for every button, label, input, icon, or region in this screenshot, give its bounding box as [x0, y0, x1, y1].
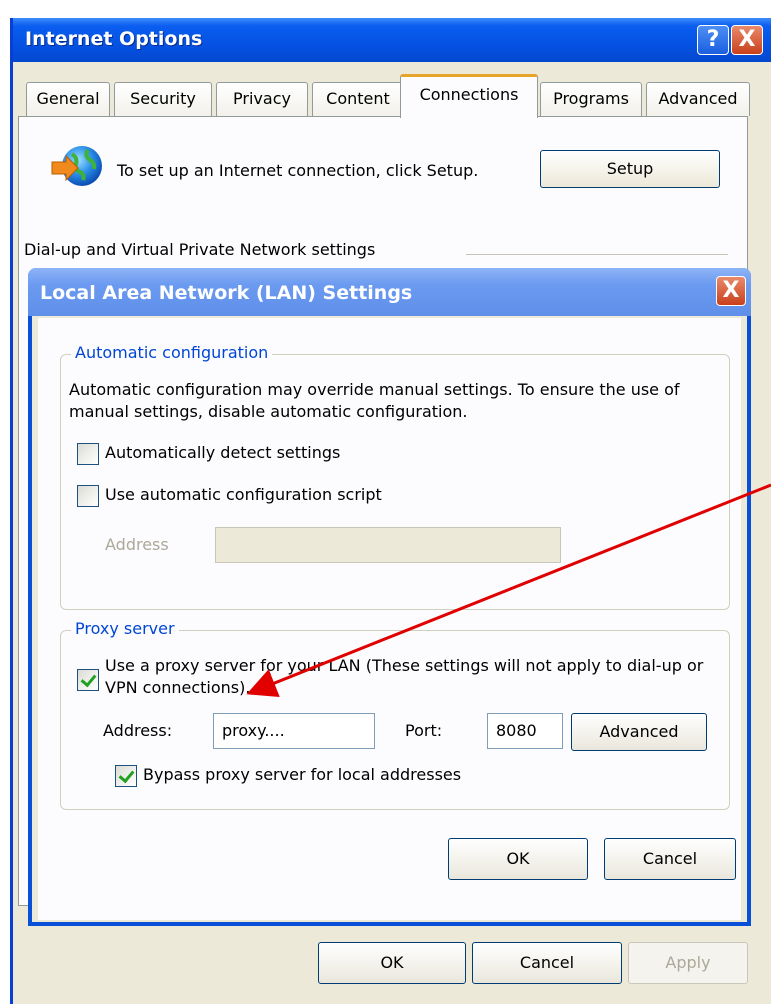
lan-ok-button[interactable]: OK: [448, 838, 588, 880]
proxy-advanced-button[interactable]: Advanced: [571, 713, 707, 751]
auto-detect-checkbox[interactable]: [77, 443, 99, 465]
auto-config-script-label[interactable]: Use automatic configuration script: [105, 485, 382, 504]
tab-content[interactable]: Content: [312, 82, 404, 116]
proxy-server-group: Proxy server Use a proxy server for your…: [60, 619, 730, 810]
lan-cancel-button[interactable]: Cancel: [604, 838, 736, 880]
use-proxy-checkbox[interactable]: [77, 669, 99, 691]
outer-cancel-button[interactable]: Cancel: [472, 942, 622, 984]
dialup-divider: [466, 254, 728, 255]
bypass-local-checkbox[interactable]: [115, 765, 137, 787]
bypass-local-label[interactable]: Bypass proxy server for local addresses: [143, 765, 461, 784]
globe-connection-icon: [51, 146, 102, 186]
tab-general[interactable]: General: [26, 82, 110, 116]
help-button[interactable]: ?: [697, 25, 729, 55]
outer-close-button[interactable]: X: [731, 25, 763, 55]
lan-dialog-body: Automatic configuration Automatic config…: [38, 318, 741, 920]
lan-dialog-title: Local Area Network (LAN) Settings: [40, 282, 413, 304]
tab-advanced[interactable]: Advanced: [646, 82, 750, 116]
auto-address-label: Address: [105, 535, 169, 554]
proxy-server-label: Proxy server: [71, 619, 179, 638]
outer-window-title: Internet Options: [25, 28, 203, 50]
outer-ok-button[interactable]: OK: [318, 942, 466, 984]
proxy-port-label: Port:: [405, 721, 443, 740]
lan-title-bar[interactable]: Local Area Network (LAN) Settings X: [28, 268, 751, 316]
tab-programs[interactable]: Programs: [540, 82, 642, 116]
use-proxy-label[interactable]: Use a proxy server for your LAN (These s…: [105, 655, 715, 699]
tab-security[interactable]: Security: [114, 82, 212, 116]
proxy-address-label: Address:: [103, 721, 173, 740]
automatic-configuration-label: Automatic configuration: [71, 343, 273, 362]
auto-address-input[interactable]: [215, 527, 561, 563]
lan-settings-dialog: Local Area Network (LAN) Settings X Auto…: [28, 268, 751, 926]
dialup-section-label: Dial-up and Virtual Private Network sett…: [24, 240, 376, 259]
proxy-address-input[interactable]: proxy....: [213, 713, 375, 749]
automatic-configuration-description: Automatic configuration may override man…: [69, 380, 680, 421]
outer-title-bar[interactable]: Internet Options ? X: [13, 18, 771, 62]
tab-privacy[interactable]: Privacy: [216, 82, 308, 116]
lan-close-button[interactable]: X: [716, 276, 746, 306]
auto-config-script-checkbox[interactable]: [77, 485, 99, 507]
setup-button[interactable]: Setup: [540, 150, 720, 188]
setup-description: To set up an Internet connection, click …: [117, 161, 479, 180]
auto-detect-label[interactable]: Automatically detect settings: [105, 443, 340, 462]
automatic-configuration-group: Automatic configuration Automatic config…: [60, 343, 730, 610]
outer-apply-button[interactable]: Apply: [628, 942, 748, 984]
tab-connections[interactable]: Connections: [400, 74, 538, 118]
proxy-port-input[interactable]: 8080: [487, 713, 563, 749]
